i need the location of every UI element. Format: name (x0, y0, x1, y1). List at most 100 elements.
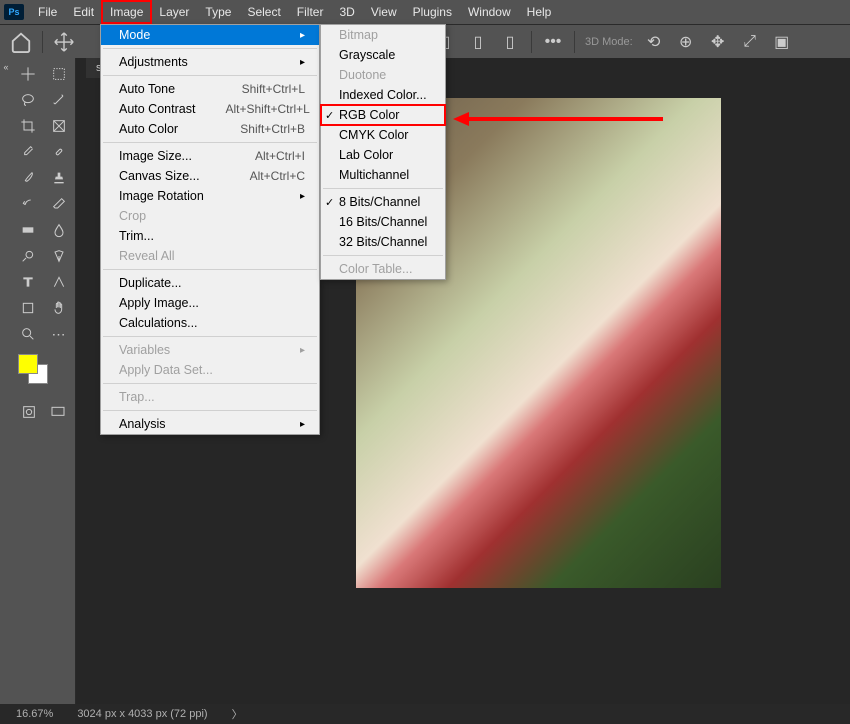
separator (531, 31, 532, 53)
menu-layer[interactable]: Layer (151, 1, 197, 23)
dodge-tool-icon[interactable] (14, 244, 42, 268)
pen-tool-icon[interactable] (45, 244, 73, 268)
separator (103, 142, 317, 143)
orbit-icon[interactable]: ⟲ (643, 31, 665, 53)
menu-duplicate[interactable]: Duplicate... (101, 273, 319, 293)
separator (103, 75, 317, 76)
align-center-icon[interactable]: ▯ (467, 31, 489, 53)
hand-tool-icon[interactable] (45, 296, 73, 320)
separator (574, 31, 575, 53)
status-bar: 16.67% 3024 px x 4033 px (72 ppi) 〉 (0, 704, 850, 724)
menu-window[interactable]: Window (460, 1, 519, 23)
menu-auto-tone[interactable]: Auto ToneShift+Ctrl+L (101, 79, 319, 99)
separator (103, 336, 317, 337)
move-tool-icon[interactable] (14, 62, 42, 86)
separator (323, 188, 443, 189)
collapse-handle[interactable]: « (0, 58, 12, 704)
menu-trim[interactable]: Trim... (101, 226, 319, 246)
separator (103, 383, 317, 384)
gradient-tool-icon[interactable] (14, 218, 42, 242)
3d-mode-label: 3D Mode: (585, 36, 633, 48)
wand-tool-icon[interactable] (45, 88, 73, 112)
menu-calculations[interactable]: Calculations... (101, 313, 319, 333)
screenmode-icon[interactable] (44, 400, 72, 424)
menu-analysis[interactable]: Analysis (101, 414, 319, 434)
eraser-tool-icon[interactable] (45, 192, 73, 216)
menu-3d[interactable]: 3D (331, 1, 362, 23)
pan-icon[interactable]: ✥ (707, 31, 729, 53)
image-menu-dropdown: Mode Adjustments Auto ToneShift+Ctrl+L A… (100, 24, 320, 435)
menu-image-size[interactable]: Image Size...Alt+Ctrl+I (101, 146, 319, 166)
doc-dimensions: 3024 px x 4033 px (72 ppi) (77, 708, 207, 720)
mode-submenu: Bitmap Grayscale Duotone Indexed Color..… (320, 24, 446, 280)
menu-filter[interactable]: Filter (289, 1, 332, 23)
edit-toolbar-icon[interactable]: ⋯ (45, 322, 73, 346)
mode-multichannel[interactable]: Multichannel (321, 165, 445, 185)
menu-apply-data-set: Apply Data Set... (101, 360, 319, 380)
mode-lab[interactable]: Lab Color (321, 145, 445, 165)
mode-grayscale[interactable]: Grayscale (321, 45, 445, 65)
menu-auto-contrast[interactable]: Auto ContrastAlt+Shift+Ctrl+L (101, 99, 319, 119)
separator (42, 31, 43, 53)
menu-mode[interactable]: Mode (101, 25, 319, 45)
zoom-level[interactable]: 16.67% (16, 708, 53, 720)
menu-image[interactable]: Image (102, 1, 151, 23)
history-brush-icon[interactable] (14, 192, 42, 216)
menu-plugins[interactable]: Plugins (405, 1, 460, 23)
shape-tool-icon[interactable] (14, 296, 42, 320)
more-icon[interactable]: ••• (542, 31, 564, 53)
menu-file[interactable]: File (30, 1, 65, 23)
toolbar: ⋯ (12, 58, 76, 704)
stamp-tool-icon[interactable] (45, 166, 73, 190)
mode-color-table: Color Table... (321, 259, 445, 279)
menu-canvas-size[interactable]: Canvas Size...Alt+Ctrl+C (101, 166, 319, 186)
ps-logo: Ps (4, 4, 24, 20)
menu-view[interactable]: View (363, 1, 405, 23)
quickmask-icon[interactable] (15, 400, 43, 424)
separator (103, 48, 317, 49)
menu-auto-color[interactable]: Auto ColorShift+Ctrl+B (101, 119, 319, 139)
menu-apply-image[interactable]: Apply Image... (101, 293, 319, 313)
menu-trap: Trap... (101, 387, 319, 407)
mode-32bit[interactable]: 32 Bits/Channel (321, 232, 445, 252)
mode-bitmap: Bitmap (321, 25, 445, 45)
mode-indexed[interactable]: Indexed Color... (321, 85, 445, 105)
mode-cmyk[interactable]: CMYK Color (321, 125, 445, 145)
menu-adjustments[interactable]: Adjustments (101, 52, 319, 72)
zoom-tool-icon[interactable] (14, 322, 42, 346)
separator (103, 269, 317, 270)
menubar: Ps File Edit Image Layer Type Select Fil… (0, 0, 850, 24)
menu-image-rotation[interactable]: Image Rotation (101, 186, 319, 206)
menu-help[interactable]: Help (519, 1, 560, 23)
home-icon[interactable] (10, 31, 32, 53)
healing-tool-icon[interactable] (45, 140, 73, 164)
menu-crop: Crop (101, 206, 319, 226)
status-arrow-icon[interactable]: 〉 (232, 706, 243, 722)
type-tool-icon[interactable] (14, 270, 42, 294)
align-right-icon[interactable]: ▯ (499, 31, 521, 53)
slide-icon[interactable]: ⤢ (739, 31, 761, 53)
menu-edit[interactable]: Edit (65, 1, 102, 23)
mode-8bit[interactable]: 8 Bits/Channel (321, 192, 445, 212)
menu-select[interactable]: Select (239, 1, 288, 23)
menu-type[interactable]: Type (197, 1, 239, 23)
roll-icon[interactable]: ⊕ (675, 31, 697, 53)
annotation-arrow (453, 110, 663, 128)
mode-16bit[interactable]: 16 Bits/Channel (321, 212, 445, 232)
brush-tool-icon[interactable] (14, 166, 42, 190)
color-swatches[interactable] (14, 354, 73, 394)
separator (323, 255, 443, 256)
crop-tool-icon[interactable] (14, 114, 42, 138)
eyedropper-tool-icon[interactable] (14, 140, 42, 164)
foreground-swatch[interactable] (18, 354, 38, 374)
blur-tool-icon[interactable] (45, 218, 73, 242)
camera-icon[interactable]: ▣ (771, 31, 793, 53)
separator (103, 410, 317, 411)
menu-reveal-all: Reveal All (101, 246, 319, 266)
path-tool-icon[interactable] (45, 270, 73, 294)
frame-tool-icon[interactable] (45, 114, 73, 138)
lasso-tool-icon[interactable] (14, 88, 42, 112)
move-tool-indicator-icon[interactable] (53, 31, 75, 53)
marquee-tool-icon[interactable] (45, 62, 73, 86)
mode-rgb[interactable]: RGB Color (321, 105, 445, 125)
